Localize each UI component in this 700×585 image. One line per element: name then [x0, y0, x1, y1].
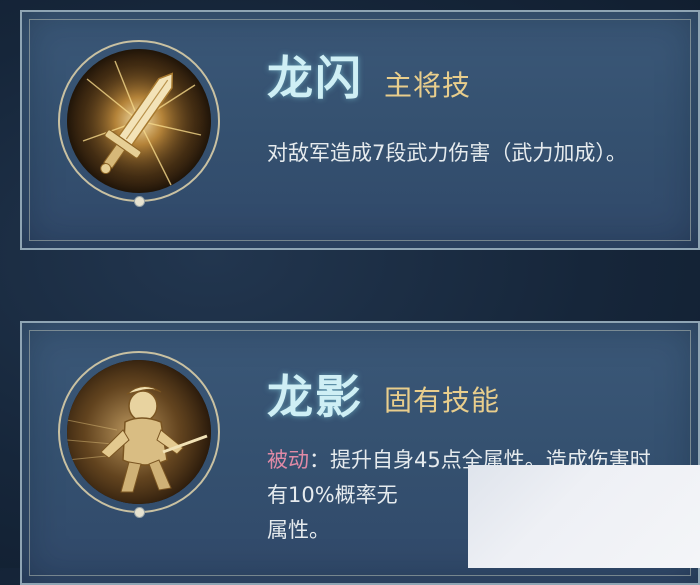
skill-description-tail: 属性。	[267, 518, 330, 542]
overlay-patch	[468, 465, 700, 568]
skill-type: 主将技	[384, 69, 472, 102]
tag-separator: ：	[309, 448, 330, 472]
warrior-icon	[67, 360, 211, 504]
skill-icon-frame	[58, 351, 220, 518]
ring-ornament	[134, 196, 145, 207]
ring-ornament	[134, 507, 145, 518]
sword-icon	[67, 49, 211, 193]
skill-icon-frame	[58, 40, 220, 207]
skill-name: 龙闪	[267, 51, 363, 105]
skill-description: 对敌军造成7段武力伤害（武力加成）。	[267, 141, 627, 165]
skill-type: 固有技能	[384, 384, 501, 417]
passive-tag: 被动	[267, 448, 309, 472]
skill-card-longshan[interactable]: 龙闪 主将技 对敌军造成7段武力伤害（武力加成）。	[20, 10, 700, 250]
skill-name: 龙影	[267, 370, 363, 424]
